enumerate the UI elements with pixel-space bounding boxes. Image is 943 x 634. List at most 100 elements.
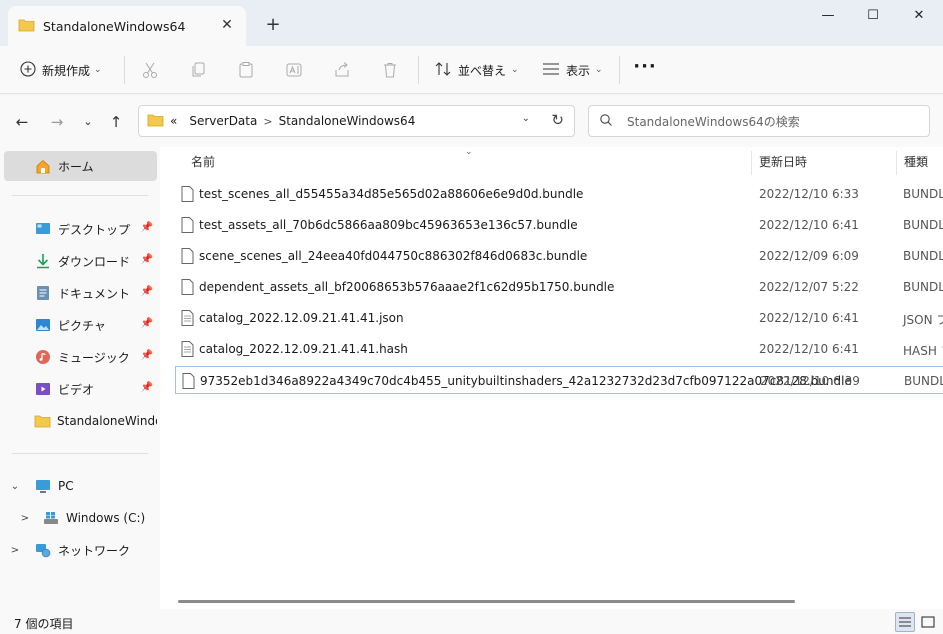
new-tab-button[interactable]: + — [262, 14, 284, 36]
new-button-label: 新規作成 — [42, 63, 91, 78]
back-icon[interactable]: ← — [11, 111, 33, 133]
sidebar-item-desktop[interactable]: デスクトップ 📌 — [4, 214, 157, 244]
sidebar-item-videos[interactable]: ビデオ 📌 — [4, 374, 157, 404]
sidebar-item-label: PC — [58, 479, 74, 493]
music-icon — [34, 348, 52, 366]
search-box[interactable]: StandaloneWindows64の検索 — [588, 105, 930, 137]
breadcrumb-serverdata[interactable]: ServerData — [189, 114, 257, 128]
sidebar-item-music[interactable]: ミュージック 📌 — [4, 342, 157, 372]
search-input[interactable]: StandaloneWindows64の検索 — [627, 113, 800, 130]
sidebar-item-windows-c[interactable]: > Windows (C:) — [4, 503, 157, 533]
folder-icon — [34, 412, 51, 430]
up-icon[interactable]: ↑ — [105, 111, 127, 133]
view-list-icon — [542, 62, 560, 79]
sidebar-item-label: ネットワーク — [58, 543, 131, 558]
file-type: BUNDLE — [903, 187, 943, 201]
minimize-button[interactable]: — — [805, 4, 851, 28]
maximize-button[interactable]: ☐ — [850, 4, 896, 28]
sidebar-item-label: ミュージック — [58, 350, 130, 365]
pin-icon[interactable]: 📌 — [141, 222, 153, 233]
file-date: 2022/12/10 6:41 — [759, 218, 859, 232]
sidebar-item-downloads[interactable]: ダウンロード 📌 — [4, 246, 157, 276]
file-date: 2022/12/07 5:22 — [759, 280, 859, 294]
file-row[interactable]: catalog_2022.12.09.21.41.41.json 2022/12… — [175, 304, 943, 332]
download-icon — [34, 252, 52, 270]
new-button[interactable]: 新規作成 ⌄ — [12, 55, 110, 85]
forward-icon[interactable]: → — [46, 111, 68, 133]
delete-icon[interactable] — [378, 58, 402, 82]
sidebar-item-standalonewindows64[interactable]: StandaloneWindows64 — [4, 406, 157, 436]
horizontal-scrollbar[interactable] — [178, 600, 795, 603]
file-type: BUNDLE — [903, 280, 943, 294]
sort-icon — [434, 61, 452, 80]
address-bar[interactable]: « ServerData > StandaloneWindows64 ⌄ ↻ — [138, 105, 575, 137]
sidebar-item-label: ダウンロード — [58, 254, 131, 269]
toolbar-divider — [418, 56, 419, 84]
sort-button[interactable]: 並べ替え ⌄ — [428, 55, 525, 85]
search-icon — [599, 113, 613, 130]
pin-icon[interactable]: 📌 — [141, 382, 153, 393]
sidebar-item-network[interactable]: > ネットワーク — [4, 535, 157, 565]
tab-title: StandaloneWindows64 — [43, 18, 186, 34]
chevron-right-icon[interactable]: > — [18, 513, 32, 524]
drive-icon — [42, 509, 60, 527]
close-tab-icon[interactable]: ✕ — [218, 16, 236, 34]
sidebar-item-pictures[interactable]: ピクチャ 📌 — [4, 310, 157, 340]
file-date: 2022/12/10 6:41 — [759, 311, 859, 325]
breadcrumb-overflow[interactable]: « — [170, 114, 177, 128]
paste-icon[interactable] — [234, 58, 258, 82]
view-label: 表示 — [566, 63, 591, 78]
file-row[interactable]: scene_scenes_all_24eea40fd044750c886302f… — [175, 242, 943, 270]
copy-icon[interactable] — [186, 58, 210, 82]
pin-icon[interactable]: 📌 — [141, 318, 153, 329]
pin-icon[interactable]: 📌 — [141, 286, 153, 297]
cut-icon[interactable] — [138, 58, 162, 82]
pin-icon[interactable]: 📌 — [141, 254, 153, 265]
sidebar-item-home[interactable]: ホーム — [4, 151, 157, 181]
file-name: 97352eb1d346a8922a4349c70dc4b455_unitybu… — [200, 374, 852, 388]
more-options-icon[interactable]: ··· — [630, 55, 660, 85]
file-date: 2022/12/09 6:09 — [759, 249, 859, 263]
chevron-down-icon[interactable]: ⌄ — [8, 481, 22, 492]
pictures-icon — [34, 316, 52, 334]
file-list: 名前 ⌄ 更新日時 種類 test_scenes_all_d55455a34d8… — [160, 147, 943, 609]
address-dropdown-icon[interactable]: ⌄ — [522, 113, 530, 124]
navigation-row: ← → ⌄ ↑ « ServerData > StandaloneWindows… — [0, 95, 943, 147]
breadcrumb-standalonewindows64[interactable]: StandaloneWindows64 — [279, 114, 416, 128]
sort-indicator-icon: ⌄ — [465, 147, 473, 157]
tab-standalonewindows64[interactable]: StandaloneWindows64 ✕ — [8, 6, 246, 46]
file-name: catalog_2022.12.09.21.41.41.hash — [199, 342, 408, 356]
file-row[interactable]: dependent_assets_all_bf20068653b576aaae2… — [175, 273, 943, 301]
file-row[interactable]: catalog_2022.12.09.21.41.41.hash 2022/12… — [175, 335, 943, 363]
view-button[interactable]: 表示 ⌄ — [536, 55, 609, 85]
chevron-right-icon[interactable]: > — [8, 545, 22, 556]
file-date: 2022/12/10 6:33 — [759, 187, 859, 201]
pin-icon[interactable]: 📌 — [141, 350, 153, 361]
rename-icon[interactable] — [282, 58, 306, 82]
recent-locations-icon[interactable]: ⌄ — [77, 111, 99, 133]
column-header-name[interactable]: 名前 — [191, 147, 215, 177]
details-view-icon[interactable] — [895, 612, 915, 632]
file-icon — [181, 217, 194, 233]
column-divider[interactable] — [751, 151, 752, 175]
file-row[interactable]: test_assets_all_70b6dc5866aa809bc4596365… — [175, 211, 943, 239]
tiles-view-icon[interactable] — [918, 612, 938, 632]
chevron-down-icon: ⌄ — [595, 65, 603, 75]
file-icon — [181, 279, 194, 295]
column-divider[interactable] — [896, 151, 897, 175]
share-icon[interactable] — [330, 58, 354, 82]
column-header-date[interactable]: 更新日時 — [759, 147, 807, 177]
text-file-icon — [181, 310, 194, 326]
column-header-type[interactable]: 種類 — [904, 147, 928, 177]
file-row[interactable]: test_scenes_all_d55455a34d85e565d02a8860… — [175, 180, 943, 208]
file-name: scene_scenes_all_24eea40fd044750c886302f… — [199, 249, 588, 263]
sidebar-item-label: ピクチャ — [58, 318, 106, 333]
file-type: HASH ファ — [903, 344, 943, 358]
sidebar-item-documents[interactable]: ドキュメント 📌 — [4, 278, 157, 308]
file-row[interactable]: 97352eb1d346a8922a4349c70dc4b455_unitybu… — [175, 366, 943, 394]
refresh-icon[interactable]: ↻ — [551, 111, 564, 129]
sidebar-item-pc[interactable]: ⌄ PC — [4, 471, 157, 501]
navigation-pane: ホーム デスクトップ 📌 ダウンロード 📌 ドキュメント 📌 ピクチャ 📌 ミュ — [0, 147, 160, 609]
file-date: 2022/12/10 6:41 — [759, 342, 859, 356]
close-window-button[interactable]: ✕ — [896, 4, 942, 28]
